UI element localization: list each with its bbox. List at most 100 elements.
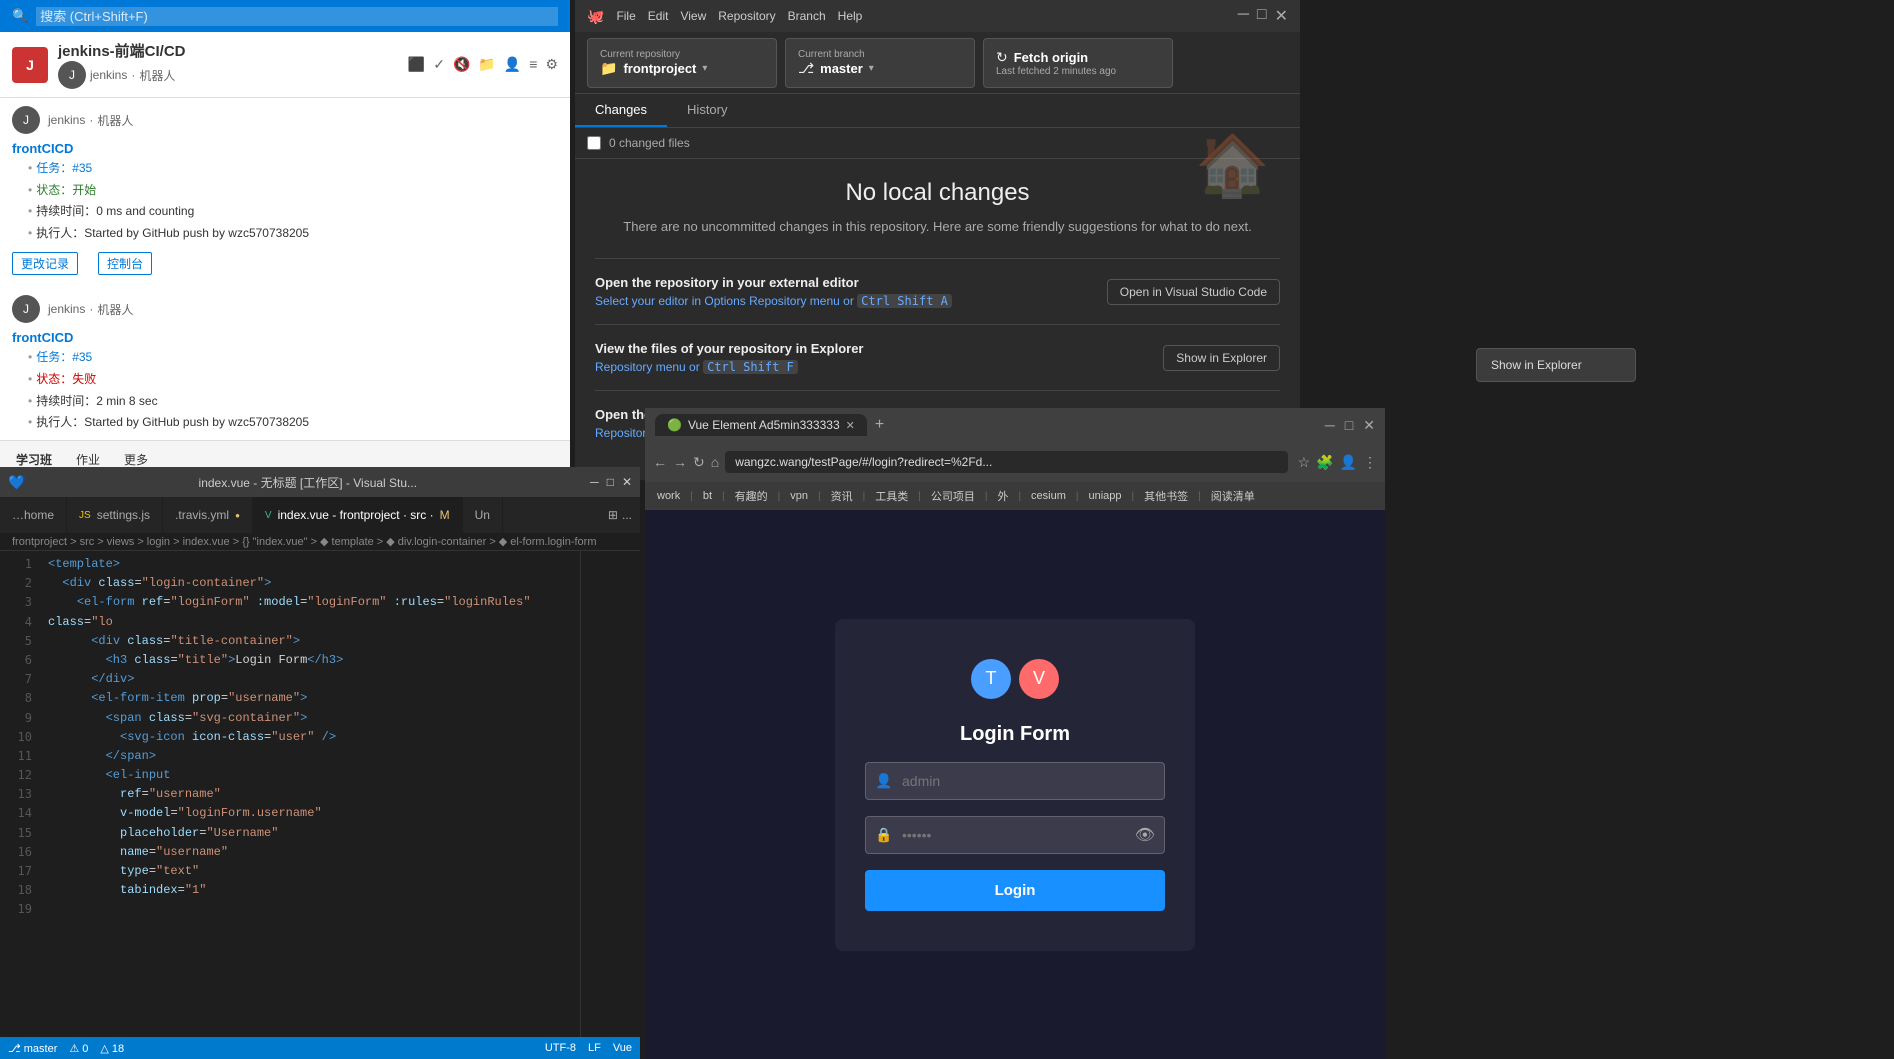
no-changes-desc: There are no uncommitted changes in this… [623, 219, 1251, 234]
vscode-line-numbers: 12345 678910 1112131415 16171819 [0, 551, 40, 1037]
vscode-maximize-icon[interactable]: □ [607, 475, 614, 489]
bookmark-wai[interactable]: 外 [993, 486, 1012, 506]
icon-7[interactable]: ⚙ [545, 56, 558, 73]
bookmark-other[interactable]: 其他书签 [1140, 486, 1192, 506]
build1-duration: 持续时间：0 ms and counting [28, 201, 558, 223]
maximize-icon[interactable]: □ [1257, 6, 1267, 26]
tab-home-label: …home [12, 508, 54, 522]
fetch-origin-button[interactable]: ↻ Fetch origin Last fetched 2 minutes ag… [983, 38, 1173, 88]
vscode-tab-travis[interactable]: .travis.yml ● [163, 497, 253, 533]
jenkins-build-link-1[interactable]: frontCICD [12, 141, 73, 156]
username-input[interactable] [865, 762, 1165, 800]
vue-icon: V [265, 510, 272, 521]
bookmark-vpn[interactable]: vpn [786, 488, 812, 504]
build1-task: 任务：#35 [28, 158, 558, 180]
login-top-icons: T V [971, 659, 1059, 699]
vscode-close-icon[interactable]: ✕ [622, 475, 632, 489]
bookmark-star-icon[interactable]: ☆ [1298, 454, 1311, 471]
bookmark-uniapp[interactable]: uniapp [1085, 488, 1126, 504]
icon-6[interactable]: ≡ [529, 56, 537, 73]
bookmark-reading[interactable]: 阅读清单 [1207, 486, 1259, 506]
vscode-code-area[interactable]: <template> <div class="login-container">… [40, 551, 580, 1037]
vscode-status-bar: ⎇ master ⚠ 0 △ 18 UTF-8 LF Vue [0, 1037, 640, 1059]
vue-icon: V [1019, 659, 1059, 699]
bookmark-zixun[interactable]: 资讯 [827, 486, 857, 506]
browser-maximize-icon[interactable]: □ [1345, 417, 1353, 434]
icon-4[interactable]: 📁 [478, 56, 495, 73]
jenkins-build-list: J jenkins · 机器人 frontCICD 任务：#35 状态：开始 持… [0, 98, 570, 440]
build1-console-btn[interactable]: 控制台 [98, 252, 152, 275]
build2-executor: 执行人：Started by GitHub push by wzc5707382… [28, 412, 558, 434]
url-bar[interactable] [725, 451, 1287, 473]
menu-branch[interactable]: Branch [788, 9, 826, 23]
login-title: Login Form [960, 723, 1070, 746]
menu-view[interactable]: View [680, 9, 706, 23]
menu-edit[interactable]: Edit [648, 9, 669, 23]
bookmark-bt[interactable]: bt [699, 488, 716, 504]
build1-changelog-btn[interactable]: 更改记录 [12, 252, 78, 275]
vscode-tab-home[interactable]: …home [0, 497, 67, 533]
jenkins-build-user-1: jenkins · 机器人 [48, 112, 133, 129]
github-window-controls: 🐙 [587, 8, 604, 25]
context-show-in-explorer[interactable]: Show in Explorer [1477, 353, 1635, 377]
bookmark-work[interactable]: work [653, 488, 684, 504]
menu-repository[interactable]: Repository [718, 9, 775, 23]
vscode-tab-settings[interactable]: JS settings.js [67, 497, 163, 533]
tab-history[interactable]: History [667, 94, 747, 127]
context-menu: Show in Explorer [1476, 348, 1636, 382]
minimize-icon[interactable]: ─ [1238, 6, 1249, 26]
tab-close-icon[interactable]: ✕ [846, 419, 855, 432]
icon-5[interactable]: 👤 [504, 56, 521, 73]
jenkins-build-user-2: jenkins · 机器人 [48, 301, 133, 318]
bookmark-gongjulei[interactable]: 工具类 [871, 486, 912, 506]
vscode-js-icon: JS [79, 510, 91, 521]
icon-3[interactable]: 🔇 [453, 56, 470, 73]
jenkins-search-bar: 🔍 [0, 0, 570, 32]
forward-button[interactable]: → [673, 454, 687, 470]
tab-changes[interactable]: Changes [575, 94, 667, 127]
status-language: Vue [613, 1042, 632, 1054]
bookmark-youqude[interactable]: 有趣的 [731, 486, 772, 506]
login-button[interactable]: Login [865, 870, 1165, 911]
password-toggle-icon[interactable]: 👁 [1135, 825, 1155, 845]
select-all-checkbox[interactable] [587, 136, 601, 150]
split-editor-icon[interactable]: ⊞ [608, 508, 618, 522]
icon-2[interactable]: ✓ [433, 56, 445, 73]
vscode-titlebar: 💙 index.vue - 无标题 [工作区] - Visual Stu... … [0, 467, 640, 497]
menu-help[interactable]: Help [838, 9, 863, 23]
vscode-minimize-icon[interactable]: ─ [590, 475, 599, 489]
new-tab-button[interactable]: + [875, 416, 884, 434]
status-branch: ⎇ master [8, 1042, 57, 1055]
vscode-tab-indexvue[interactable]: V index.vue - frontproject · src · M [253, 497, 463, 533]
bookmark-cesium[interactable]: cesium [1027, 488, 1070, 504]
github-toolbar: Current repository 📁 frontproject ▾ Curr… [575, 32, 1300, 94]
browser-navbar: ← → ↻ ⌂ ☆ 🧩 👤 ⋮ [645, 442, 1385, 482]
browser-minimize-icon[interactable]: ─ [1325, 417, 1335, 434]
current-branch-button[interactable]: Current branch ⎇ master ▾ [785, 38, 975, 88]
vscode-editor[interactable]: 12345 678910 1112131415 16171819 <templa… [0, 551, 640, 1037]
search-input[interactable] [36, 7, 558, 26]
password-input[interactable] [865, 816, 1165, 854]
browser-tab-active[interactable]: 🟢 Vue Element Ad5min333333 ✕ [655, 414, 867, 436]
show-in-explorer-button[interactable]: Show in Explorer [1163, 345, 1280, 371]
current-repo-button[interactable]: Current repository 📁 frontproject ▾ [587, 38, 777, 88]
bookmark-companypro[interactable]: 公司项目 [927, 486, 979, 506]
more-icon[interactable]: ⋮ [1363, 454, 1377, 471]
menu-file[interactable]: File [616, 9, 635, 23]
travis-modified-icon: ● [235, 511, 240, 520]
open-vscode-button[interactable]: Open in Visual Studio Code [1107, 279, 1280, 305]
more-tabs-icon[interactable]: ... [622, 508, 632, 522]
jenkins-build-link-2[interactable]: frontCICD [12, 330, 73, 345]
branch-icon: ⎇ [798, 60, 814, 77]
browser-close-icon[interactable]: ✕ [1363, 417, 1375, 434]
account-icon[interactable]: 👤 [1340, 454, 1357, 471]
close-icon[interactable]: ✕ [1275, 6, 1288, 26]
translate-icon: T [971, 659, 1011, 699]
vscode-tab-un[interactable]: Un [463, 497, 503, 533]
icon-1[interactable]: ⬛ [408, 56, 425, 73]
home-button[interactable]: ⌂ [711, 454, 719, 470]
jenkins-build-header-2: J jenkins · 机器人 [12, 295, 558, 323]
extensions-icon[interactable]: 🧩 [1316, 454, 1333, 471]
reload-button[interactable]: ↻ [693, 454, 705, 471]
back-button[interactable]: ← [653, 454, 667, 470]
